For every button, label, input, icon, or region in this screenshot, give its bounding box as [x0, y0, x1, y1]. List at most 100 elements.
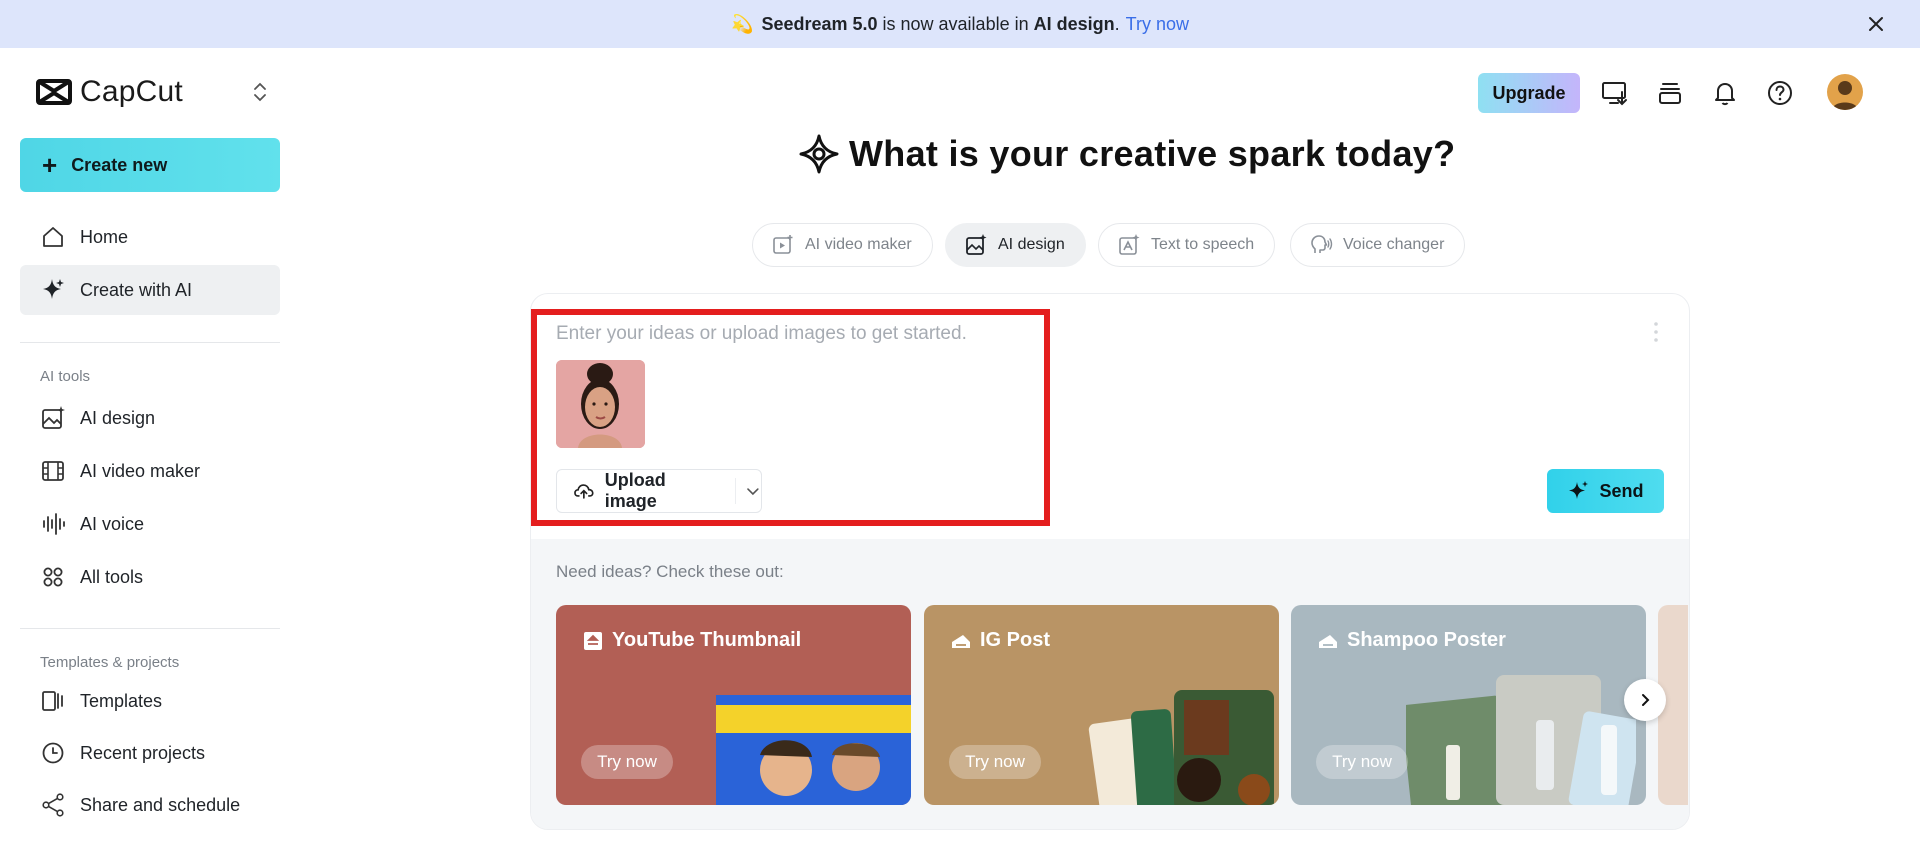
- sidebar-item-all-tools[interactable]: All tools: [20, 552, 280, 602]
- tab-voice-changer[interactable]: Voice changer: [1290, 223, 1466, 267]
- sidebar-item-label: Home: [80, 226, 129, 247]
- idea-card-title: IG Post: [950, 629, 1050, 652]
- text-speech-icon: [1119, 234, 1140, 255]
- close-icon[interactable]: [1864, 12, 1888, 36]
- sidebar-item-label: All tools: [80, 566, 144, 587]
- sidebar-item-label: AI design: [80, 407, 156, 428]
- sidebar-item-label: Share and schedule: [80, 794, 241, 815]
- upload-separator: [735, 478, 737, 504]
- chevron-updown-icon[interactable]: [250, 78, 270, 106]
- banner-spark-icon: 💫: [731, 13, 754, 34]
- idea-card-try-button[interactable]: Try now: [949, 745, 1041, 779]
- sidebar-divider: [20, 342, 280, 343]
- tab-label: AI video maker: [805, 236, 912, 253]
- create-new-button[interactable]: + Create new: [20, 138, 280, 192]
- video-plus-icon: [773, 235, 793, 254]
- tab-label: Voice changer: [1343, 236, 1445, 253]
- grid-icon: [43, 567, 63, 587]
- banner-feature: AI design: [1033, 13, 1115, 34]
- shampoo-poster-art: [1406, 675, 1636, 805]
- capcut-logo[interactable]: CapCut: [34, 72, 183, 112]
- spark-logo-icon: [799, 134, 839, 174]
- carousel-next-button[interactable]: [1624, 679, 1666, 721]
- idea-card-title-text: YouTube Thumbnail: [612, 629, 802, 651]
- idea-card-title-text: IG Post: [980, 629, 1051, 651]
- idea-card-title-text: Shampoo Poster: [1347, 629, 1506, 651]
- sidebar-item-ai-voice[interactable]: AI voice: [20, 499, 280, 549]
- stack-icon[interactable]: [1655, 78, 1685, 108]
- upload-image-label: Upload image: [604, 470, 666, 511]
- more-options-icon[interactable]: [1652, 320, 1660, 344]
- youtube-thumbnail-art: [716, 695, 911, 805]
- plus-icon: +: [42, 150, 58, 180]
- sidebar-item-templates[interactable]: Templates: [20, 676, 280, 726]
- image-sparkle-icon: [42, 406, 65, 429]
- logo-text: CapCut: [80, 75, 183, 108]
- film-icon: [42, 461, 64, 481]
- banner-period: .: [1114, 13, 1120, 34]
- bell-icon[interactable]: [1710, 78, 1740, 108]
- chevron-right-icon: [1642, 694, 1650, 706]
- ideas-heading: Need ideas? Check these out:: [556, 562, 784, 581]
- idea-card-shampoo-poster[interactable]: Shampoo Poster Try now: [1291, 605, 1646, 805]
- share-icon: [42, 793, 64, 817]
- send-label: Send: [1599, 480, 1644, 501]
- desktop-download-icon[interactable]: [1600, 78, 1630, 108]
- sidebar-item-label: AI video maker: [80, 460, 201, 481]
- sidebar-item-share-and-schedule[interactable]: Share and schedule: [20, 780, 280, 830]
- capcut-logo-icon: [36, 79, 72, 105]
- send-button[interactable]: Send: [1547, 469, 1664, 513]
- waveform-icon: [43, 513, 65, 535]
- sidebar-item-label: Create with AI: [80, 279, 193, 300]
- banner-middle-text: is now available in: [877, 13, 1034, 34]
- tab-ai-video-maker[interactable]: AI video maker: [752, 223, 933, 267]
- help-icon[interactable]: [1765, 78, 1795, 108]
- chevron-down-icon[interactable]: [745, 483, 761, 499]
- idea-card-title: YouTube Thumbnail: [582, 629, 801, 652]
- prompt-input[interactable]: Enter your ideas or upload images to get…: [556, 323, 967, 345]
- tab-text-to-speech[interactable]: Text to speech: [1098, 223, 1276, 267]
- voice-head-icon: [1311, 235, 1333, 253]
- sidebar-item-recent-projects[interactable]: Recent projects: [20, 728, 280, 778]
- uploaded-image-thumbnail[interactable]: [556, 360, 645, 448]
- sparkle-icon: [1569, 481, 1589, 499]
- idea-card-ig-post[interactable]: IG Post Try now: [924, 605, 1279, 805]
- idea-card-try-button[interactable]: Try now: [581, 745, 673, 779]
- idea-card-youtube-thumbnail[interactable]: YouTube Thumbnail Try now: [556, 605, 911, 805]
- banner-try-now-link[interactable]: Try now: [1126, 14, 1189, 35]
- upload-image-button[interactable]: Upload image: [556, 469, 762, 513]
- sidebar-item-home[interactable]: Home: [20, 212, 280, 262]
- sidebar: CapCut + Create new Home Create with AI …: [0, 48, 300, 867]
- portrait-image: [556, 360, 645, 448]
- idea-card-title: Shampoo Poster: [1317, 629, 1506, 652]
- upgrade-button[interactable]: Upgrade: [1478, 73, 1580, 113]
- templates-heading: Templates & projects: [40, 654, 180, 671]
- cloud-upload-icon: [574, 484, 594, 499]
- sidebar-item-label: Templates: [80, 690, 163, 711]
- tab-label: AI design: [998, 236, 1065, 253]
- image-sparkle-icon: [966, 234, 987, 255]
- sidebar-item-ai-video-maker[interactable]: AI video maker: [20, 446, 280, 496]
- sparkle-icon: [43, 279, 64, 299]
- announcement-banner: 💫 Seedream 5.0 is now available in AI de…: [0, 0, 1920, 48]
- sidebar-item-label: Recent projects: [80, 742, 206, 763]
- tab-ai-design[interactable]: AI design: [945, 223, 1086, 267]
- user-avatar-icon: [1832, 81, 1858, 110]
- clock-icon: [42, 742, 64, 764]
- template-icon: [42, 691, 63, 711]
- sidebar-divider: [20, 628, 280, 629]
- design-icon: [952, 634, 970, 648]
- ai-tools-heading: AI tools: [40, 368, 91, 385]
- home-icon: [43, 227, 63, 247]
- page-title: What is your creative spark today?: [797, 132, 1455, 176]
- sidebar-item-ai-design[interactable]: AI design: [20, 393, 280, 443]
- sidebar-item-label: AI voice: [80, 513, 145, 534]
- sidebar-item-create-with-ai[interactable]: Create with AI: [20, 265, 280, 315]
- thumbnail-icon: [584, 631, 602, 650]
- avatar[interactable]: [1827, 74, 1863, 110]
- create-new-label: Create new: [71, 154, 168, 175]
- idea-card-try-button[interactable]: Try now: [1316, 745, 1408, 779]
- headline-text: What is your creative spark today?: [849, 133, 1456, 174]
- design-icon: [1319, 634, 1337, 648]
- tab-label: Text to speech: [1151, 236, 1255, 253]
